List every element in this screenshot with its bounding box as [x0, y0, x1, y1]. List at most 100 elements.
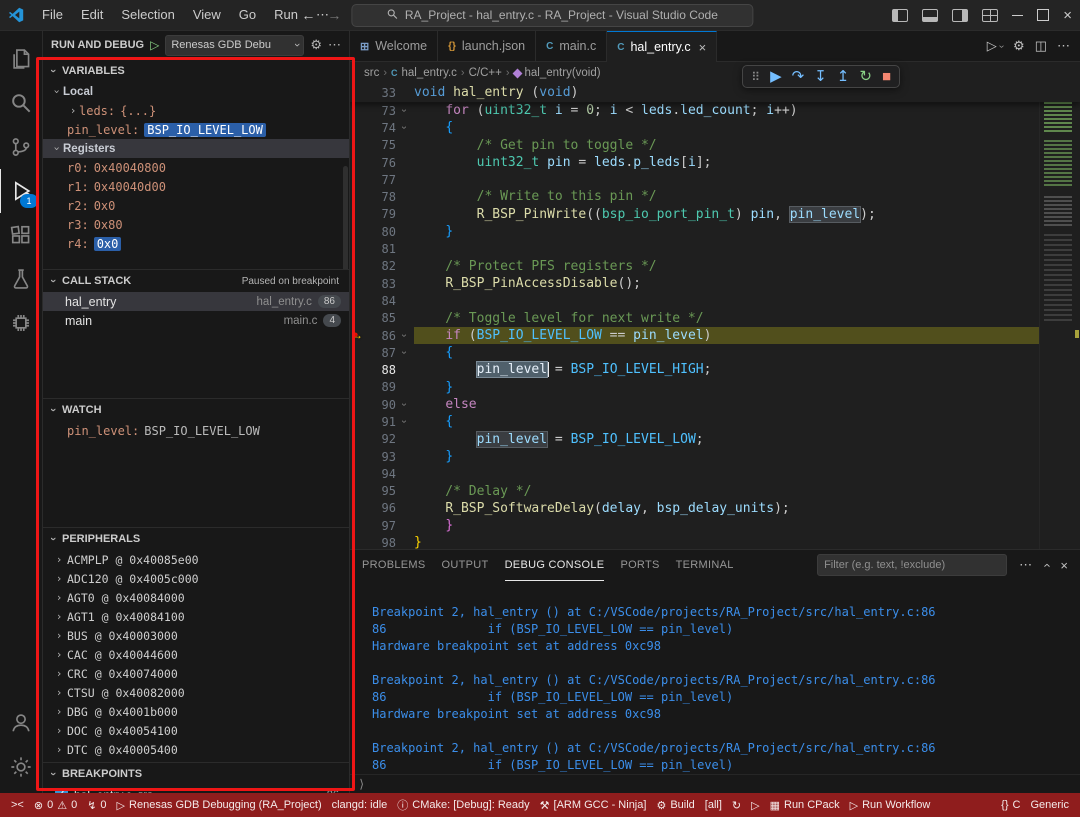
line-number[interactable]: 73: [366, 104, 396, 118]
line-number[interactable]: 84: [366, 294, 396, 308]
peripheral-dtc[interactable]: ›DTC @ 0x40005400: [43, 740, 349, 759]
problems-indicator[interactable]: ⊗0⚠0: [29, 793, 82, 817]
variable-leds[interactable]: ›leds:{...}: [43, 101, 349, 120]
peripheral-bus[interactable]: ›BUS @ 0x40003000: [43, 626, 349, 645]
peripheral-adc120[interactable]: ›ADC120 @ 0x4005c000: [43, 569, 349, 588]
step-into-button[interactable]: ↧: [814, 69, 827, 84]
menu-go[interactable]: Go: [231, 5, 264, 25]
toggle-sidebar-icon[interactable]: [892, 9, 908, 22]
close-button[interactable]: ×: [1063, 8, 1072, 23]
call-stack-section-header[interactable]: › CALL STACK Paused on breakpoint: [43, 270, 349, 292]
line-number[interactable]: 92: [366, 432, 396, 446]
line-number[interactable]: 89: [366, 380, 396, 394]
line-number[interactable]: 75: [366, 138, 396, 152]
step-out-button[interactable]: ↥: [837, 69, 850, 84]
peripheral-cac[interactable]: ›CAC @ 0x40044600: [43, 645, 349, 664]
embedded-tools-icon[interactable]: [0, 301, 42, 345]
minimap[interactable]: [1039, 84, 1080, 549]
line-number[interactable]: 77: [366, 173, 396, 187]
cmake-debug-button[interactable]: ↻: [727, 793, 746, 817]
extensions-icon[interactable]: [0, 213, 42, 257]
remote-indicator[interactable]: ><: [6, 793, 29, 817]
breadcrumb-item-src[interactable]: src: [364, 67, 379, 79]
fold-icon[interactable]: ›: [399, 120, 410, 136]
variable-pin-level[interactable]: pin_level:BSP_IO_LEVEL_LOW: [43, 120, 349, 139]
more-actions-icon[interactable]: ⋯: [1057, 38, 1070, 54]
settings-gear-icon[interactable]: [0, 745, 42, 789]
code-editor[interactable]: 33›void hal_entry (void) 73› for (uint32…: [350, 84, 1080, 549]
cmake-build-target[interactable]: [all]: [700, 793, 727, 817]
fold-icon[interactable]: ›: [399, 414, 410, 430]
clangd-status[interactable]: clangd: idle: [327, 793, 393, 817]
close-panel-icon[interactable]: ×: [1060, 558, 1068, 573]
maximize-button[interactable]: [1037, 9, 1049, 21]
line-number[interactable]: 97: [366, 519, 396, 533]
fold-icon[interactable]: ›: [399, 328, 410, 344]
settings-gear-icon[interactable]: ⚙: [1013, 38, 1025, 54]
more-actions-icon[interactable]: ⋯: [1019, 557, 1032, 573]
continue-button[interactable]: ▶: [770, 69, 782, 84]
step-over-button[interactable]: ↷: [792, 69, 805, 84]
toggle-secondary-sidebar-icon[interactable]: [952, 9, 968, 22]
line-number[interactable]: 81: [366, 242, 396, 256]
active-kit[interactable]: Generic: [1025, 793, 1074, 817]
menu-file[interactable]: File: [34, 5, 71, 25]
drag-grip-icon[interactable]: ⠿: [751, 70, 760, 84]
debug-config-select[interactable]: Renesas GDB Debu ›: [165, 35, 304, 56]
start-debugging-icon[interactable]: ▷: [150, 38, 159, 52]
line-number[interactable]: 76: [366, 156, 396, 170]
variable-r1[interactable]: r1:0x40040d00: [43, 177, 349, 196]
watch-section-header[interactable]: › WATCH: [43, 399, 349, 421]
cmake-kit[interactable]: ⚒[ARM GCC - Ninja]: [535, 793, 652, 817]
menu-edit[interactable]: Edit: [73, 5, 111, 25]
tab-main-c[interactable]: Cmain.c: [536, 31, 607, 61]
peripheral-crc[interactable]: ›CRC @ 0x40074000: [43, 664, 349, 683]
peripheral-agt0[interactable]: ›AGT0 @ 0x40084000: [43, 588, 349, 607]
peripheral-agt1[interactable]: ›AGT1 @ 0x40084100: [43, 607, 349, 626]
history-forward-icon[interactable]: →: [325, 7, 343, 23]
variable-r4[interactable]: r4:0x0: [43, 234, 349, 253]
cmake-status[interactable]: ⓘCMake: [Debug]: Ready: [392, 793, 534, 817]
line-number[interactable]: 79: [366, 207, 396, 221]
line-number[interactable]: 93: [366, 450, 396, 464]
line-number[interactable]: 86: [366, 329, 396, 343]
views-more-icon[interactable]: ⋯: [328, 37, 341, 53]
line-number[interactable]: 85: [366, 311, 396, 325]
breakpoint-entry-hal-entry-c[interactable]: ✓hal_entry.csrc86: [43, 785, 349, 793]
ports-forwarded[interactable]: ↯0: [82, 793, 111, 817]
testing-icon[interactable]: [0, 257, 42, 301]
tab-welcome[interactable]: ⊞Welcome: [350, 31, 438, 61]
variable-r3[interactable]: r3:0x80: [43, 215, 349, 234]
line-number[interactable]: 78: [366, 190, 396, 204]
explorer-icon[interactable]: [0, 37, 42, 81]
sticky-scroll-line[interactable]: 33›void hal_entry (void): [350, 84, 1080, 102]
breadcrumb-item-c-c[interactable]: C/C++: [469, 67, 502, 79]
variables-section-header[interactable]: › VARIABLES: [43, 60, 349, 82]
peripherals-section-header[interactable]: › PERIPHERALS: [43, 528, 349, 550]
restart-button[interactable]: ↻: [859, 69, 872, 84]
language-mode[interactable]: {}C: [996, 793, 1025, 817]
line-number[interactable]: 87: [366, 346, 396, 360]
chevron-down-icon[interactable]: ›: [996, 44, 1007, 47]
menu-view[interactable]: View: [185, 5, 229, 25]
variable-r0[interactable]: r0:0x40040800: [43, 158, 349, 177]
variables-group-registers[interactable]: ›Registers: [43, 139, 349, 158]
debug-console-output[interactable]: Breakpoint 2, hal_entry () at C:/VSCode/…: [350, 580, 1080, 774]
history-back-icon[interactable]: ←: [299, 7, 317, 23]
account-icon[interactable]: [0, 701, 42, 745]
panel-tab-terminal[interactable]: TERMINAL: [676, 550, 734, 580]
panel-tab-ports[interactable]: PORTS: [620, 550, 659, 580]
line-number[interactable]: 94: [366, 467, 396, 481]
stop-button[interactable]: ■: [882, 69, 891, 84]
run-cpack[interactable]: ▦Run CPack: [765, 793, 845, 817]
breakpoints-section-header[interactable]: › BREAKPOINTS: [43, 763, 349, 785]
customize-layout-icon[interactable]: [982, 9, 998, 22]
fold-icon[interactable]: ›: [399, 397, 410, 413]
line-number[interactable]: 91: [366, 415, 396, 429]
panel-tab-output[interactable]: OUTPUT: [442, 550, 489, 580]
debug-console-input[interactable]: ⟩: [350, 774, 1080, 793]
line-number[interactable]: 90: [366, 398, 396, 412]
panel-tab-debug-console[interactable]: DEBUG CONSOLE: [505, 550, 605, 581]
line-number[interactable]: 98: [366, 536, 396, 549]
panel-tab-problems[interactable]: PROBLEMS: [362, 550, 426, 580]
